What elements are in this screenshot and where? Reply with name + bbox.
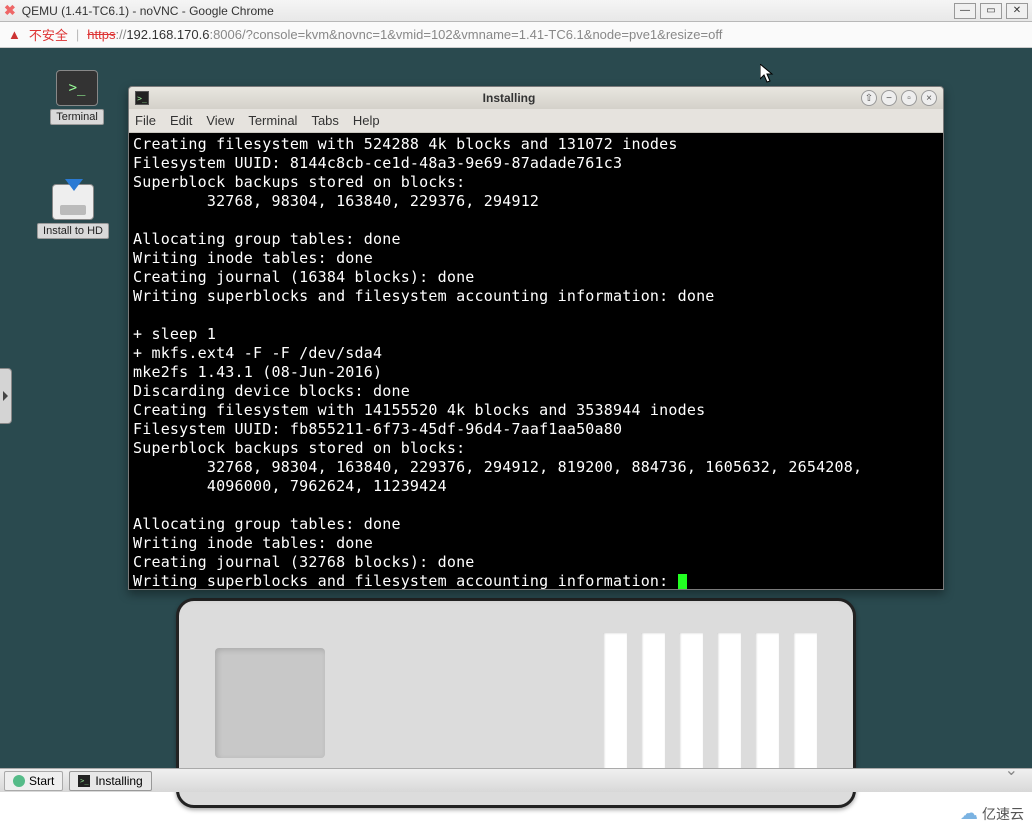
url-text[interactable]: https://192.168.170.6:8006/?console=kvm&…	[87, 27, 722, 42]
terminal-output[interactable]: Creating filesystem with 524288 4k block…	[129, 133, 943, 589]
desktop-icon-install[interactable]: Install to HD	[38, 184, 108, 239]
menu-terminal[interactable]: Terminal	[248, 113, 297, 128]
minimize-button[interactable]: —	[954, 3, 976, 19]
browser-titlebar: ✖ QEMU (1.41-TC6.1) - noVNC - Google Chr…	[0, 0, 1032, 22]
browser-urlbar: ▲ 不安全 | https://192.168.170.6:8006/?cons…	[0, 22, 1032, 48]
rollup-button[interactable]: ⇧	[861, 90, 877, 106]
desktop-icon-terminal[interactable]: >_ Terminal	[42, 70, 112, 125]
security-warning: 不安全	[29, 25, 68, 44]
window-controls: — ▭ ✕	[954, 3, 1028, 19]
close-button[interactable]: ✕	[1006, 3, 1028, 19]
minimize-button[interactable]: −	[881, 90, 897, 106]
terminal-icon: >_	[135, 91, 149, 105]
start-button[interactable]: Start	[4, 771, 63, 791]
terminal-icon: >_	[78, 775, 90, 787]
terminal-icon: >_	[56, 70, 98, 106]
start-icon	[13, 775, 25, 787]
taskbar-item-label: Installing	[95, 774, 142, 788]
taskbar: Start >_ Installing	[0, 768, 1032, 792]
start-label: Start	[29, 774, 54, 788]
taskbar-item-installing[interactable]: >_ Installing	[69, 771, 151, 791]
maximize-button[interactable]: ▭	[980, 3, 1002, 19]
novnc-panel-toggle[interactable]	[0, 368, 12, 424]
maximize-button[interactable]: ▫	[901, 90, 917, 106]
close-button[interactable]: ×	[921, 90, 937, 106]
terminal-window[interactable]: >_ Installing ⇧ − ▫ × File Edit View Ter…	[128, 86, 944, 590]
window-title: Installing	[157, 91, 861, 105]
watermark-text: 亿速云	[982, 804, 1024, 824]
menubar: File Edit View Terminal Tabs Help	[129, 109, 943, 133]
warning-icon: ▲	[8, 27, 21, 42]
chevron-right-icon	[3, 391, 8, 401]
menu-tabs[interactable]: Tabs	[311, 113, 338, 128]
window-titlebar[interactable]: >_ Installing ⇧ − ▫ ×	[129, 87, 943, 109]
chevron-down-icon: ⌄	[1005, 760, 1018, 780]
watermark: ☁ 亿速云	[960, 803, 1024, 824]
separator: |	[76, 27, 79, 42]
url-rest: :8006/?console=kvm&novnc=1&vmid=102&vmna…	[209, 27, 722, 42]
menu-file[interactable]: File	[135, 113, 156, 128]
harddrive-icon	[52, 184, 94, 220]
menu-edit[interactable]: Edit	[170, 113, 192, 128]
url-host: 192.168.170.6	[126, 27, 209, 42]
vnc-desktop[interactable]: >_ Terminal Install to HD >_ Installing …	[0, 48, 1032, 792]
desktop-icon-label: Install to HD	[37, 223, 109, 239]
server-vents-icon	[603, 633, 817, 773]
window-title: QEMU (1.41-TC6.1) - noVNC - Google Chrom…	[22, 4, 954, 18]
menu-help[interactable]: Help	[353, 113, 380, 128]
cloud-icon: ☁	[960, 803, 978, 824]
url-protocol: https	[87, 27, 115, 42]
menu-view[interactable]: View	[206, 113, 234, 128]
desktop-icon-label: Terminal	[50, 109, 104, 125]
server-drive-icon	[215, 648, 325, 758]
app-x-icon: ✖	[4, 2, 16, 19]
